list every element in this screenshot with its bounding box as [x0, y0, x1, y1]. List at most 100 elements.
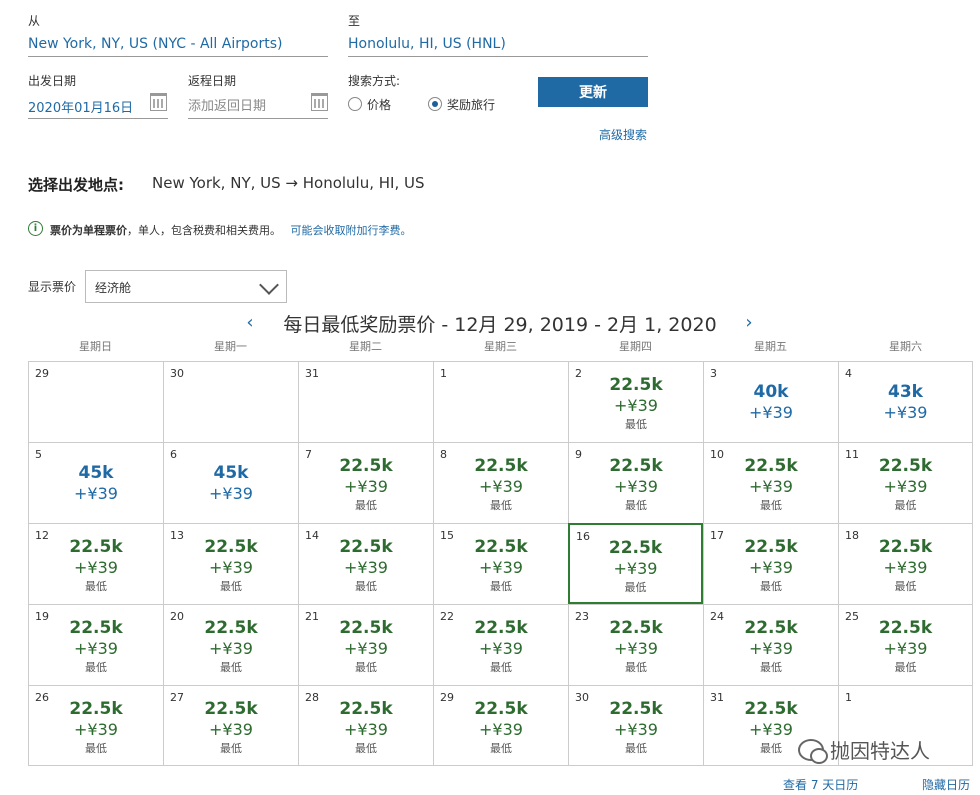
award-points: 22.5k: [609, 618, 663, 638]
lowest-label: 最低: [85, 580, 107, 593]
calendar-day-cell: 1: [433, 361, 568, 442]
tax-fee: +¥39: [344, 477, 388, 496]
calendar-day-cell[interactable]: 2 22.5k +¥39 最低: [568, 361, 703, 442]
calendar-day-cell[interactable]: 22 22.5k +¥39 最低: [433, 604, 568, 685]
day-number: 4: [845, 367, 852, 380]
tax-fee: +¥39: [883, 558, 928, 577]
tax-fee: +¥39: [344, 558, 388, 577]
hide-calendar-link[interactable]: 隐藏日历: [922, 776, 970, 793]
calendar-day-cell: 29: [28, 361, 163, 442]
watermark: 抛因特达人: [798, 735, 930, 764]
calendar-day-cell[interactable]: 10 22.5k +¥39 最低: [703, 442, 838, 523]
calendar-day-cell[interactable]: 8 22.5k +¥39 最低: [433, 442, 568, 523]
tax-fee: +¥39: [209, 720, 253, 739]
chevron-down-icon: [259, 275, 279, 295]
lowest-label: 最低: [490, 661, 512, 674]
prev-arrow-icon[interactable]: ‹: [240, 314, 260, 334]
award-points: 22.5k: [744, 456, 798, 476]
award-points: 22.5k: [474, 537, 528, 557]
lowest-label: 最低: [85, 661, 107, 674]
calendar-day-cell[interactable]: 30 22.5k +¥39 最低: [568, 685, 703, 766]
tax-fee: +¥39: [749, 639, 793, 658]
tax-fee: +¥39: [74, 484, 118, 503]
calendar-day-cell[interactable]: 7 22.5k +¥39 最低: [298, 442, 433, 523]
award-points: 22.5k: [474, 456, 528, 476]
price-radio[interactable]: [348, 97, 362, 111]
calendar-day-cell[interactable]: 24 22.5k +¥39 最低: [703, 604, 838, 685]
award-points: 22.5k: [474, 618, 528, 638]
update-button[interactable]: 更新: [538, 77, 648, 107]
tax-fee: +¥39: [209, 639, 253, 658]
cabin-select[interactable]: 经济舱: [85, 270, 287, 303]
award-points: 22.5k: [339, 456, 393, 476]
from-field[interactable]: New York, NY, US (NYC - All Airports): [28, 36, 282, 52]
tax-fee: +¥39: [479, 720, 523, 739]
calendar-day-cell[interactable]: 28 22.5k +¥39 最低: [298, 685, 433, 766]
lowest-label: 最低: [894, 499, 917, 512]
weekday-header: 星期一: [214, 340, 247, 353]
lowest-label: 最低: [220, 580, 242, 593]
calendar-day-cell[interactable]: 19 22.5k +¥39 最低: [28, 604, 163, 685]
calendar-day-cell: 31: [298, 361, 433, 442]
day-number: 3: [710, 367, 717, 380]
calendar-day-cell[interactable]: 17 22.5k +¥39 最低: [703, 523, 838, 604]
tax-fee: +¥39: [479, 558, 523, 577]
award-points: 22.5k: [204, 699, 258, 719]
lowest-label: 最低: [894, 661, 917, 674]
tax-fee: +¥39: [883, 403, 928, 422]
calendar-day-cell[interactable]: 29 22.5k +¥39 最低: [433, 685, 568, 766]
lowest-label: 最低: [760, 580, 782, 593]
calendar-day-cell[interactable]: 14 22.5k +¥39 最低: [298, 523, 433, 604]
depart-date-field[interactable]: 2020年01月16日: [28, 97, 133, 116]
return-date-field[interactable]: 添加返回日期: [188, 95, 266, 114]
day-number: 31: [305, 367, 319, 380]
calendar-day-cell[interactable]: 3 40k +¥39: [703, 361, 838, 442]
lowest-label: 最低: [355, 661, 377, 674]
calendar-title: 每日最低奖励票价 - 12月 29, 2019 - 2月 1, 2020: [283, 314, 717, 336]
award-points: 22.5k: [609, 456, 663, 476]
view-7-day-calendar-link[interactable]: 查看 7 天日历: [783, 776, 858, 793]
calendar-day-cell[interactable]: 20 22.5k +¥39 最低: [163, 604, 298, 685]
weekday-header: 星期四: [619, 340, 652, 353]
award-points: 22.5k: [878, 456, 933, 476]
calendar-day-cell[interactable]: 18 22.5k +¥39 最低: [838, 523, 973, 604]
tax-fee: +¥39: [74, 639, 118, 658]
tax-fee: +¥39: [614, 720, 658, 739]
calendar-day-cell[interactable]: 23 22.5k +¥39 最低: [568, 604, 703, 685]
calendar-day-cell[interactable]: 4 43k +¥39: [838, 361, 973, 442]
calendar-day-cell[interactable]: 25 22.5k +¥39 最低: [838, 604, 973, 685]
fare-notice: 票价为单程票价，单人，包含税费和相关费用。 可能会收取附加行李费。: [50, 222, 412, 238]
calendar-day-cell[interactable]: 16 22.5k +¥39 最低: [568, 523, 703, 604]
calendar-day-cell[interactable]: 27 22.5k +¥39 最低: [163, 685, 298, 766]
calendar-day-cell[interactable]: 21 22.5k +¥39 最低: [298, 604, 433, 685]
award-points: 22.5k: [204, 537, 258, 557]
lowest-label: 最低: [624, 581, 647, 594]
calendar-day-cell[interactable]: 6 45k +¥39: [163, 442, 298, 523]
tax-fee: +¥39: [479, 477, 523, 496]
calendar-day-cell[interactable]: 9 22.5k +¥39 最低: [568, 442, 703, 523]
to-field[interactable]: Honolulu, HI, US (HNL): [348, 36, 506, 52]
lowest-label: 最低: [355, 580, 377, 593]
calendar-day-cell[interactable]: 11 22.5k +¥39 最低: [838, 442, 973, 523]
calendar-grid: 29 30 31 1 2 22.5k +¥39 最低 3 40k +¥39 4 43k +¥39 5 45k +…: [28, 361, 973, 767]
lowest-label: 最低: [625, 742, 647, 755]
lowest-label: 最低: [894, 580, 917, 593]
lowest-label: 最低: [625, 418, 647, 431]
tax-fee: +¥39: [209, 484, 253, 503]
calendar-icon[interactable]: [311, 93, 328, 111]
advanced-search-link[interactable]: 高级搜索: [599, 126, 647, 143]
baggage-fee-link[interactable]: 可能会收取附加行李费。: [291, 224, 412, 237]
award-points: 22.5k: [744, 537, 798, 557]
day-number: 6: [170, 448, 177, 461]
award-radio[interactable]: [428, 97, 442, 111]
tax-fee: +¥39: [749, 403, 793, 422]
next-arrow-icon[interactable]: ›: [739, 314, 759, 334]
calendar-day-cell[interactable]: 15 22.5k +¥39 最低: [433, 523, 568, 604]
calendar-day-cell[interactable]: 13 22.5k +¥39 最低: [163, 523, 298, 604]
calendar-day-cell[interactable]: 5 45k +¥39: [28, 442, 163, 523]
tax-fee: +¥39: [883, 639, 928, 658]
calendar-icon[interactable]: [150, 93, 167, 111]
tax-fee: +¥39: [614, 477, 658, 496]
calendar-day-cell[interactable]: 12 22.5k +¥39 最低: [28, 523, 163, 604]
calendar-day-cell[interactable]: 26 22.5k +¥39 最低: [28, 685, 163, 766]
